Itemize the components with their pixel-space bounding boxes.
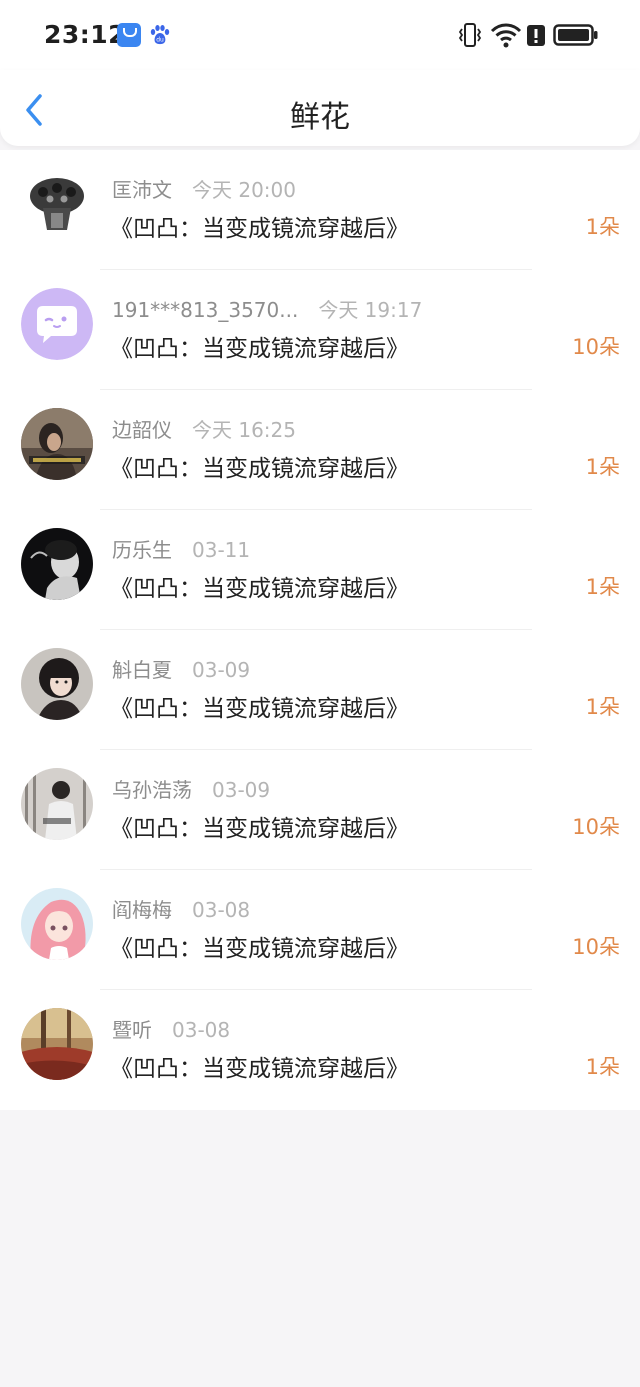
sender-name: 斛白夏 <box>112 658 172 682</box>
book-title: 《凹凸：当变成镜流穿越后》 <box>110 216 409 242</box>
app-store-icon <box>117 23 141 47</box>
photo-avatar[interactable] <box>21 768 93 840</box>
list-item[interactable]: 历乐生 03-11 《凹凸：当变成镜流穿越后》 1朵 <box>0 510 640 630</box>
photo-avatar[interactable] <box>21 408 93 480</box>
book-title: 《凹凸：当变成镜流穿越后》 <box>110 576 409 602</box>
sender-name: 阎梅梅 <box>112 898 172 922</box>
photo-avatar[interactable] <box>21 1008 93 1080</box>
book-title: 《凹凸：当变成镜流穿越后》 <box>110 456 409 482</box>
photo-avatar[interactable] <box>21 648 93 720</box>
gift-date: 03-11 <box>192 538 251 562</box>
alert-icon <box>527 25 545 46</box>
book-title: 《凹凸：当变成镜流穿越后》 <box>110 696 409 722</box>
list-item[interactable]: 暨听 03-08 《凹凸：当变成镜流穿越后》 1朵 <box>0 990 640 1110</box>
sender-meta: 阎梅梅 03-08 <box>112 894 250 923</box>
svg-text:du: du <box>156 37 164 44</box>
list-item[interactable]: 191***813_3570... 今天 19:17 《凹凸：当变成镜流穿越后》 … <box>0 270 640 390</box>
sender-name: 边韶仪 <box>112 418 172 442</box>
gift-date: 03-09 <box>192 658 251 682</box>
flower-count: 10朵 <box>572 815 620 839</box>
book-title: 《凹凸：当变成镜流穿越后》 <box>110 816 409 842</box>
flower-count: 10朵 <box>572 935 620 959</box>
flower-count: 1朵 <box>585 575 620 599</box>
battery-icon <box>553 24 598 46</box>
list-item[interactable]: 阎梅梅 03-08 《凹凸：当变成镜流穿越后》 10朵 <box>0 870 640 990</box>
flower-count: 1朵 <box>585 455 620 479</box>
sender-meta: 边韶仪 今天 16:25 <box>112 414 296 443</box>
status-bar: 23:12 du <box>0 0 640 70</box>
gift-date: 03-08 <box>192 898 251 922</box>
anime-avatar[interactable] <box>21 888 93 960</box>
photo-avatar[interactable] <box>21 528 93 600</box>
sender-meta: 乌孙浩荡 03-09 <box>112 774 270 803</box>
sender-meta: 暨听 03-08 <box>112 1014 230 1043</box>
sender-name: 匡沛文 <box>112 178 172 202</box>
sender-meta: 191***813_3570... 今天 19:17 <box>112 294 422 323</box>
book-title: 《凹凸：当变成镜流穿越后》 <box>110 1056 409 1082</box>
sender-name: 暨听 <box>112 1018 152 1042</box>
list-item[interactable]: 斛白夏 03-09 《凹凸：当变成镜流穿越后》 1朵 <box>0 630 640 750</box>
vibrate-icon <box>458 23 482 47</box>
flower-count: 1朵 <box>585 1055 620 1079</box>
default-chat-avatar[interactable] <box>21 288 93 360</box>
sender-name: 乌孙浩荡 <box>112 778 192 802</box>
baidu-icon: du <box>150 25 170 45</box>
flower-gift-list: 匡沛文 今天 20:00 《凹凸：当变成镜流穿越后》 1朵 191***813_3… <box>0 150 640 1110</box>
top-nav-bar: 鲜花 <box>0 70 640 146</box>
list-item[interactable]: 乌孙浩荡 03-09 《凹凸：当变成镜流穿越后》 10朵 <box>0 750 640 870</box>
sender-name: 历乐生 <box>112 538 172 562</box>
gift-date: 今天 20:00 <box>192 178 296 202</box>
wifi-icon <box>490 23 522 48</box>
gift-date: 今天 19:17 <box>318 298 423 322</box>
gift-date: 03-08 <box>172 1018 231 1042</box>
list-item[interactable]: 边韶仪 今天 16:25 《凹凸：当变成镜流穿越后》 1朵 <box>0 390 640 510</box>
skull-ring-avatar[interactable] <box>21 168 93 240</box>
flower-count: 1朵 <box>585 695 620 719</box>
sender-meta: 历乐生 03-11 <box>112 534 250 563</box>
sender-meta: 斛白夏 03-09 <box>112 654 250 683</box>
status-time: 23:12 <box>44 20 127 49</box>
flower-count: 10朵 <box>572 335 620 359</box>
gift-date: 今天 16:25 <box>192 418 296 442</box>
book-title: 《凹凸：当变成镜流穿越后》 <box>110 336 409 362</box>
flower-count: 1朵 <box>585 215 620 239</box>
sender-meta: 匡沛文 今天 20:00 <box>112 174 296 203</box>
gift-date: 03-09 <box>212 778 271 802</box>
sender-name: 191***813_3570... <box>112 298 299 322</box>
list-item[interactable]: 匡沛文 今天 20:00 《凹凸：当变成镜流穿越后》 1朵 <box>0 150 640 270</box>
book-title: 《凹凸：当变成镜流穿越后》 <box>110 936 409 962</box>
page-title: 鲜花 <box>290 100 350 135</box>
